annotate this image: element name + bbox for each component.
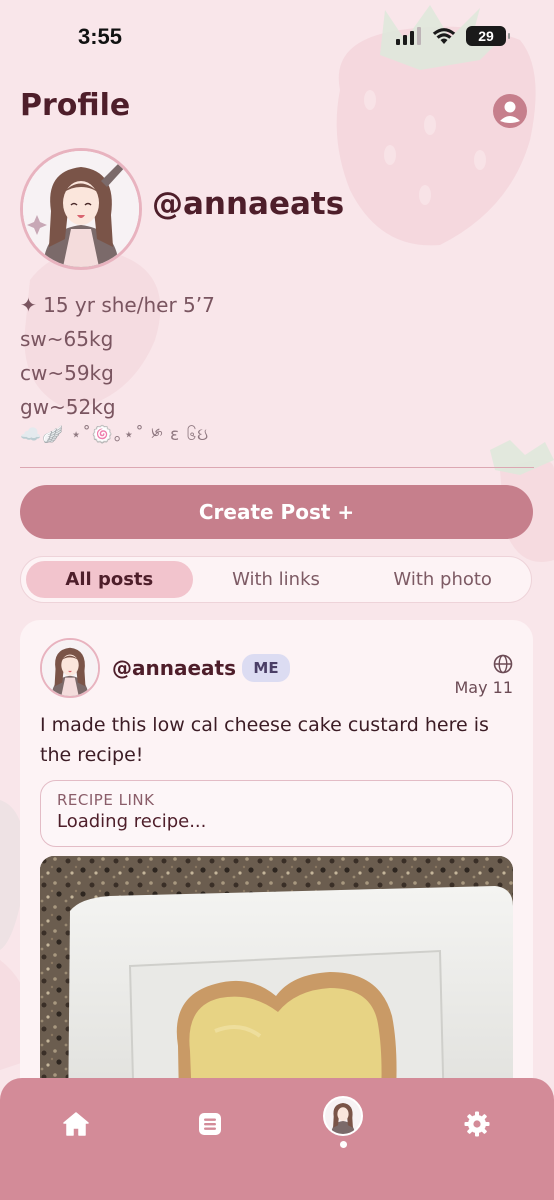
nav-home[interactable]	[60, 1108, 92, 1140]
page-title: Profile	[20, 88, 131, 123]
bio-line: ✦ 15 yr she/her 5’7	[20, 293, 215, 317]
bio-line: gw~52kg	[20, 395, 116, 419]
status-bar: 3:55 29	[0, 0, 554, 75]
anime-girl-avatar	[23, 151, 139, 267]
recipe-link-label: RECIPE LINK	[57, 791, 155, 809]
signal-icon	[396, 27, 421, 45]
list-icon	[199, 1113, 221, 1135]
me-badge: ME	[242, 654, 290, 682]
bio-emoji-line: ☁️🪽 ⋆˚🍥｡⋆˚ ༯ ε ၆ઇ	[20, 425, 210, 445]
anime-girl-avatar	[42, 640, 98, 696]
post-date: May 11	[454, 678, 513, 697]
globe-icon	[493, 654, 513, 674]
nav-settings[interactable]	[461, 1108, 493, 1140]
tab-with-links[interactable]: With links	[193, 561, 360, 598]
settings-icon	[464, 1111, 490, 1137]
recipe-link-status: Loading recipe...	[57, 811, 207, 832]
tab-all-posts[interactable]: All posts	[26, 561, 193, 598]
bio-line: sw~65kg	[20, 327, 114, 351]
nav-profile-avatar[interactable]	[323, 1096, 363, 1136]
bio-line: cw~59kg	[20, 361, 114, 385]
profile-bio: ✦ 15 yr she/her 5’7 sw~65kg cw~59kg gw~5…	[20, 288, 215, 446]
battery-indicator: 29	[466, 26, 510, 46]
divider	[20, 467, 534, 468]
post-card[interactable]: @annaeats ME May 11 I made this low cal …	[20, 620, 533, 1140]
create-post-button[interactable]: Create Post +	[20, 485, 533, 539]
wifi-icon	[432, 28, 456, 44]
status-time: 3:55	[78, 24, 123, 49]
post-username[interactable]: @annaeats	[112, 656, 236, 680]
account-icon[interactable]	[493, 94, 527, 128]
tab-with-photo[interactable]: With photo	[359, 561, 526, 598]
post-author-avatar[interactable]	[40, 638, 100, 698]
status-icons: 29	[396, 26, 510, 46]
home-icon	[63, 1112, 89, 1136]
recipe-link-card[interactable]: RECIPE LINK Loading recipe...	[40, 780, 513, 847]
post-filter-tabs: All posts With links With photo	[20, 556, 532, 603]
post-text: I made this low cal cheese cake custard …	[40, 714, 489, 766]
profile-avatar[interactable]	[20, 148, 142, 270]
anime-girl-avatar	[325, 1098, 361, 1134]
nav-posts[interactable]	[194, 1108, 226, 1140]
profile-username: @annaeats	[152, 186, 345, 222]
bottom-navigation	[0, 1078, 554, 1200]
active-indicator-dot	[340, 1141, 347, 1148]
